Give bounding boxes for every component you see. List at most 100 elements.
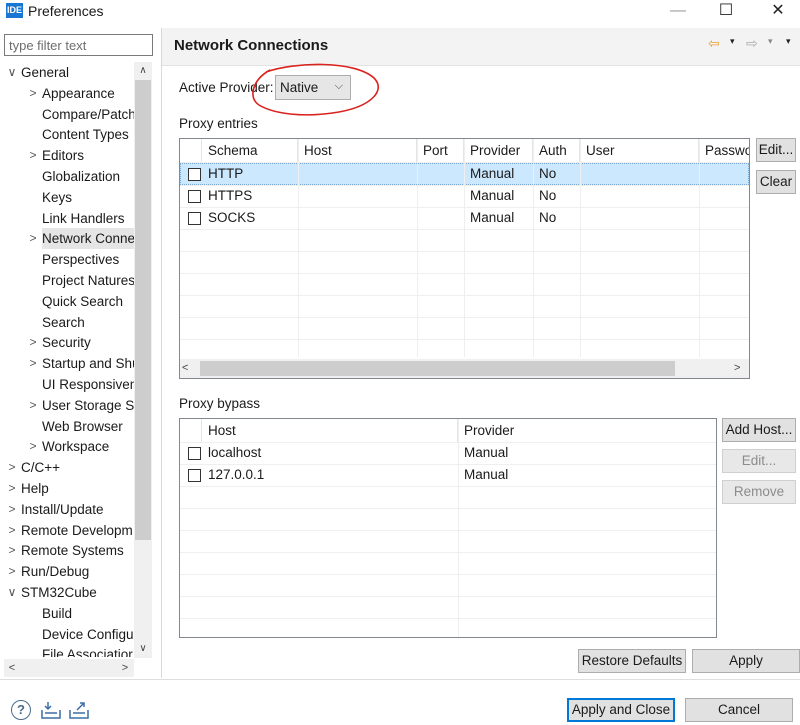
cell-schema[interactable]: HTTPS — [208, 185, 252, 207]
row-divider — [180, 486, 716, 487]
preferences-tree: ∨ General > Appearance Compare/Patch Content … — [4, 62, 153, 657]
active-provider-select[interactable]: Native ⌵ — [275, 75, 351, 100]
entries-scroll-thumb[interactable] — [200, 361, 675, 376]
cell-provider[interactable]: Manual — [464, 464, 508, 486]
column-divider — [298, 139, 299, 357]
column-header-provider[interactable]: Provider — [458, 419, 716, 442]
footer-divider — [0, 679, 800, 680]
tree-item-label: Run/Debug — [21, 564, 90, 580]
cell-auth[interactable]: No — [539, 163, 556, 185]
expand-right-icon[interactable]: > — [27, 83, 39, 104]
expand-right-icon[interactable]: > — [6, 457, 18, 478]
tree-horizontal-scrollbar[interactable] — [4, 659, 134, 677]
column-header-schema[interactable]: Schema — [202, 139, 298, 162]
clear-entry-button[interactable]: Clear — [756, 170, 796, 194]
export-icon[interactable] — [68, 700, 90, 720]
edit-entry-button[interactable]: Edit... — [756, 138, 796, 162]
expand-right-icon[interactable]: > — [27, 145, 39, 166]
row-divider — [180, 618, 716, 619]
cell-auth[interactable]: No — [539, 207, 556, 229]
tree-item-label: Help — [21, 481, 49, 496]
scroll-down-icon[interactable]: ∨ — [134, 640, 152, 658]
cell-host[interactable]: 127.0.0.1 — [208, 464, 264, 486]
help-icon[interactable]: ? — [11, 700, 31, 720]
expand-right-icon[interactable]: > — [6, 561, 18, 582]
row-divider — [180, 162, 749, 163]
restore-defaults-button[interactable]: Restore Defaults — [578, 649, 686, 673]
column-divider — [580, 139, 581, 357]
add-host-button[interactable]: Add Host... — [722, 418, 796, 442]
import-icon[interactable] — [40, 700, 62, 720]
tree-scroll-thumb[interactable] — [135, 80, 151, 540]
apply-and-close-button[interactable]: Apply and Close — [567, 698, 675, 722]
tree-item-label: STM32Cube — [21, 585, 97, 600]
cell-provider[interactable]: Manual — [470, 185, 514, 207]
tree-item-label: Quick Search — [42, 293, 124, 309]
expand-right-icon[interactable]: > — [27, 436, 39, 457]
cell-schema[interactable]: HTTP — [208, 163, 243, 185]
row-checkbox[interactable] — [188, 190, 201, 203]
tree-item-label: General — [21, 65, 70, 80]
cell-provider[interactable]: Manual — [470, 207, 514, 229]
scroll-left-icon[interactable]: < — [4, 659, 20, 677]
view-menu-chevron-icon[interactable]: ▾ — [786, 36, 791, 47]
row-divider — [180, 295, 749, 296]
pane-divider[interactable] — [161, 28, 162, 678]
tree-item-label: C/C++ — [21, 460, 61, 476]
row-divider — [180, 574, 716, 575]
remove-host-button[interactable]: Remove — [722, 480, 796, 504]
row-divider — [180, 317, 749, 318]
column-header-host[interactable]: Host — [298, 139, 417, 162]
expand-right-icon[interactable]: > — [27, 395, 39, 416]
cancel-button[interactable]: Cancel — [685, 698, 793, 722]
cell-host[interactable]: localhost — [208, 442, 261, 464]
forward-arrow-icon[interactable]: ⇨ — [746, 35, 758, 52]
column-header-provider[interactable]: Provider — [464, 139, 533, 162]
close-button[interactable]: ✕ — [752, 0, 800, 22]
column-header-auth[interactable]: Auth — [533, 139, 580, 162]
expand-right-icon[interactable]: > — [27, 332, 39, 353]
expand-right-icon[interactable]: > — [6, 499, 18, 520]
scroll-right-icon[interactable]: > — [117, 659, 133, 677]
expand-right-icon[interactable]: > — [6, 478, 18, 499]
apply-button[interactable]: Apply — [692, 649, 800, 673]
maximize-button[interactable]: ☐ — [700, 0, 752, 22]
expand-down-icon[interactable]: ∨ — [6, 62, 18, 83]
back-history-chevron-icon[interactable]: ▾ — [730, 36, 735, 47]
cell-auth[interactable]: No — [539, 185, 556, 207]
cell-provider[interactable]: Manual — [464, 442, 508, 464]
scroll-up-icon[interactable]: ∧ — [134, 62, 152, 80]
forward-history-chevron-icon[interactable]: ▾ — [768, 36, 773, 47]
row-checkbox[interactable] — [188, 212, 201, 225]
cell-provider[interactable]: Manual — [470, 163, 514, 185]
back-arrow-icon[interactable]: ⇦ — [708, 35, 720, 52]
cell-schema[interactable]: SOCKS — [208, 207, 255, 229]
tree-item-label: Link Handlers — [42, 210, 125, 226]
row-divider — [180, 251, 749, 252]
row-checkbox[interactable] — [188, 447, 201, 460]
filter-input[interactable] — [4, 34, 153, 56]
edit-host-button[interactable]: Edit... — [722, 449, 796, 473]
column-header-host[interactable]: Host — [202, 419, 458, 442]
row-checkbox[interactable] — [188, 168, 201, 181]
expand-right-icon[interactable]: > — [27, 353, 39, 374]
expand-right-icon[interactable]: > — [6, 540, 18, 561]
scroll-left-icon[interactable]: < — [182, 359, 188, 378]
tree-item-label: Content Types — [42, 127, 129, 143]
tree-item-label: Project Natures — [42, 273, 136, 288]
minimize-button[interactable]: — — [652, 0, 704, 22]
row-divider — [180, 552, 716, 553]
tree-item-label: Security — [42, 335, 91, 351]
tree-item-label: Appearance — [42, 85, 115, 101]
column-header-password[interactable]: Passwo — [699, 139, 749, 162]
expand-down-icon[interactable]: ∨ — [6, 582, 18, 603]
column-header-user[interactable]: User — [580, 139, 699, 162]
row-checkbox[interactable] — [188, 469, 201, 482]
expand-right-icon[interactable]: > — [27, 228, 39, 249]
expand-right-icon[interactable]: > — [6, 520, 18, 541]
tree-item-label: Compare/Patch — [42, 106, 136, 122]
scroll-right-icon[interactable]: > — [734, 359, 740, 378]
column-header-port[interactable]: Port — [417, 139, 464, 162]
tree-item-label: Device Configu — [42, 626, 134, 642]
column-header-check — [180, 419, 202, 442]
